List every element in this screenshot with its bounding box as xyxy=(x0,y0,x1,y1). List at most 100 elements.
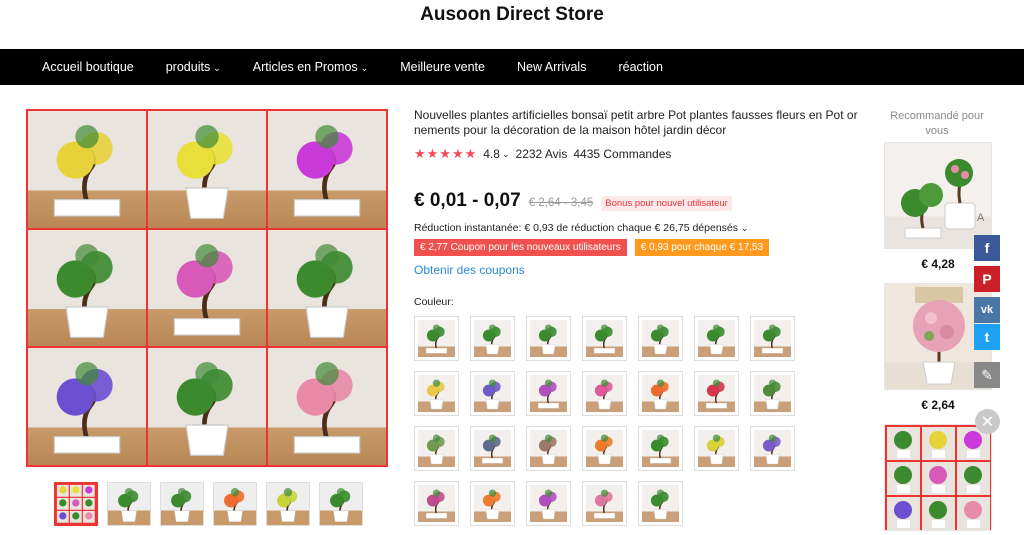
swatch-image xyxy=(530,320,567,357)
thumbnail-strip xyxy=(54,482,363,526)
product-title: Nouvelles plantes artificielles bonsaï p… xyxy=(414,108,858,137)
recommended-title: Recommandé pour vous xyxy=(890,110,984,137)
nav-label: Articles en Promos xyxy=(252,60,358,74)
color-swatch[interactable] xyxy=(470,316,515,361)
swatch-image xyxy=(418,430,455,467)
swatch-image xyxy=(642,320,679,357)
color-swatch[interactable] xyxy=(414,481,459,526)
coupon-per-spend[interactable]: € 0,93 pour chaque € 17,53 xyxy=(634,239,770,256)
color-swatch[interactable] xyxy=(526,481,571,526)
recommended-product-3[interactable] xyxy=(884,424,992,531)
edit-icon[interactable]: ✎ xyxy=(974,362,1000,388)
nav-label: New Arrivals xyxy=(516,60,587,74)
swatch-image xyxy=(642,485,679,522)
social-glyph: f xyxy=(984,240,990,256)
swatch-image xyxy=(474,430,511,467)
color-swatch[interactable] xyxy=(750,316,795,361)
reduction-text: Réduction instantanée: € 0,93 de réducti… xyxy=(414,222,738,234)
color-label: Couleur: xyxy=(414,296,454,308)
social-glyph: P xyxy=(982,271,992,287)
thumbnail[interactable] xyxy=(319,482,363,526)
swatch-image xyxy=(754,320,791,357)
chevron-down-icon: ⌄ xyxy=(740,223,749,233)
swatch-image xyxy=(586,320,623,357)
gallery-cell xyxy=(28,229,146,347)
nav-item-new-arrivals[interactable]: New Arrivals xyxy=(517,60,586,74)
color-swatch[interactable] xyxy=(694,426,739,471)
thumbnail[interactable] xyxy=(266,482,310,526)
color-swatch[interactable] xyxy=(414,426,459,471)
thumbnail[interactable] xyxy=(54,482,98,526)
color-swatch[interactable] xyxy=(470,426,515,471)
nav-item-promos[interactable]: Articles en Promos ⌄ xyxy=(253,60,368,74)
swatch-image xyxy=(642,430,679,467)
swatch-image xyxy=(754,430,791,467)
color-swatch[interactable] xyxy=(638,426,683,471)
instant-reduction[interactable]: Réduction instantanée: € 0,93 de réducti… xyxy=(414,222,748,234)
color-swatch[interactable] xyxy=(694,316,739,361)
price-row: € 0,01 - 0,07 € 2,64 - 3,45 Bonus pour n… xyxy=(414,190,732,212)
chevron-down-icon[interactable]: ⌄ xyxy=(502,149,510,160)
pinterest-icon[interactable]: P xyxy=(974,266,1000,292)
main-product-image[interactable] xyxy=(26,109,388,467)
main-navbar: Accueil boutique produits ⌄ Articles en P… xyxy=(0,49,1024,85)
recommended-product-1[interactable]: A xyxy=(884,142,992,249)
color-swatch[interactable] xyxy=(526,371,571,416)
swatch-image xyxy=(642,375,679,412)
nav-item-best-sellers[interactable]: Meilleure vente xyxy=(400,60,485,74)
swatch-image xyxy=(418,375,455,412)
gallery-cell xyxy=(148,229,266,347)
twitter-icon[interactable]: t xyxy=(974,324,1000,350)
swatch-image xyxy=(474,375,511,412)
close-glyph: ✕ xyxy=(980,413,995,431)
recommended-price-2: € 2,64 xyxy=(921,398,955,412)
nav-label: produits xyxy=(165,60,211,74)
social-glyph: t xyxy=(984,329,990,345)
color-swatch[interactable] xyxy=(582,316,627,361)
color-swatch[interactable] xyxy=(582,481,627,526)
color-swatch[interactable] xyxy=(526,426,571,471)
nav-item-home[interactable]: Accueil boutique xyxy=(42,60,134,74)
chevron-down-icon: ⌄ xyxy=(360,62,369,73)
get-coupons-link[interactable]: Obtenir des coupons xyxy=(414,263,525,277)
facebook-icon[interactable]: f xyxy=(974,235,1000,261)
color-swatch[interactable] xyxy=(414,371,459,416)
close-icon[interactable]: ✕ xyxy=(975,409,1000,434)
nav-item-products[interactable]: produits ⌄ xyxy=(166,60,221,74)
gallery-cell xyxy=(268,111,386,228)
color-swatch[interactable] xyxy=(414,316,459,361)
gallery-cell xyxy=(28,111,146,228)
rating-value[interactable]: 4.8 xyxy=(483,147,500,161)
thumbnail[interactable] xyxy=(213,482,257,526)
rating-row: ★★★★★ 4.8 ⌄ 2232 Avis 4435 Commandes xyxy=(414,146,859,162)
color-swatch[interactable] xyxy=(582,371,627,416)
product-info: Nouvelles plantes artificielles bonsaï p… xyxy=(414,108,859,526)
nav-item-feedback[interactable]: réaction xyxy=(618,60,662,74)
orders-count: 4435 Commandes xyxy=(573,147,672,161)
gallery-cell xyxy=(28,348,146,465)
color-swatch[interactable] xyxy=(526,316,571,361)
coupon-new-user[interactable]: € 2,77 Coupon pour les nouveaux utilisat… xyxy=(414,239,627,256)
color-swatch[interactable] xyxy=(470,371,515,416)
color-swatch[interactable] xyxy=(750,371,795,416)
social-glyph: vk xyxy=(980,304,994,316)
thumbnail[interactable] xyxy=(160,482,204,526)
vk-icon[interactable]: vk xyxy=(974,297,1000,323)
reviews-count[interactable]: 2232 Avis xyxy=(516,147,568,161)
gallery-cell xyxy=(268,229,386,347)
thumbnail[interactable] xyxy=(107,482,151,526)
color-swatch[interactable] xyxy=(470,481,515,526)
swatch-image xyxy=(698,375,735,412)
nav-label: réaction xyxy=(618,60,663,74)
swatch-image xyxy=(586,485,623,522)
swatch-image xyxy=(586,430,623,467)
color-swatch[interactable] xyxy=(638,316,683,361)
nav-label: Meilleure vente xyxy=(400,60,485,74)
swatch-image xyxy=(698,430,735,467)
color-swatch[interactable] xyxy=(750,426,795,471)
color-swatch[interactable] xyxy=(582,426,627,471)
color-swatch[interactable] xyxy=(638,481,683,526)
swatch-image xyxy=(474,320,511,357)
color-swatch[interactable] xyxy=(694,371,739,416)
color-swatch[interactable] xyxy=(638,371,683,416)
